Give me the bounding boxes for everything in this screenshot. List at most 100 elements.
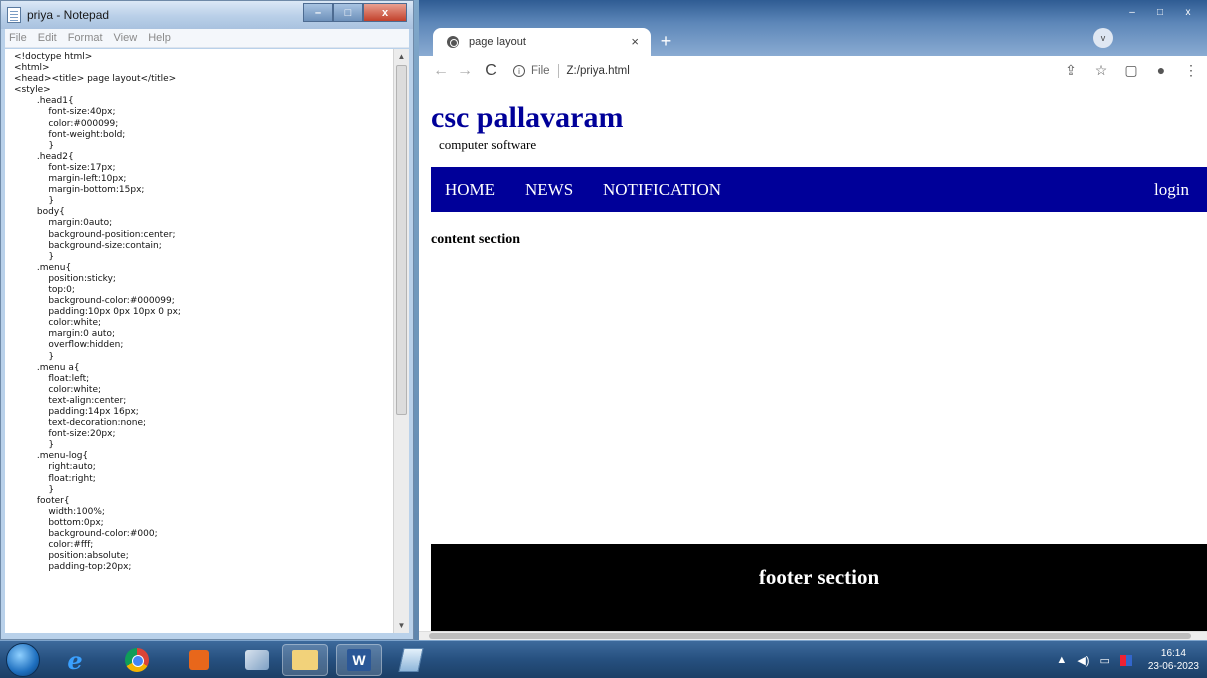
code-line: font-size:20px; (14, 429, 116, 440)
browser-window: page layout × + v – □ x ← → C i File Z:/… (419, 0, 1207, 640)
code-line: margin-left:10px; (14, 174, 127, 185)
url-scheme-label: File (531, 65, 550, 77)
address-bar[interactable]: i File Z:/priya.html (513, 60, 630, 82)
menu-edit[interactable]: Edit (38, 32, 57, 44)
menu-link-login[interactable]: login (1154, 180, 1189, 200)
menu-link-notification[interactable]: NOTIFICATION (603, 180, 721, 200)
reload-icon[interactable]: C (479, 62, 503, 80)
chrome-icon[interactable] (114, 644, 160, 676)
code-line: padding-top:20px; (14, 562, 132, 573)
site-heading: csc pallavaram (431, 101, 624, 134)
action-center-flag-icon[interactable] (1119, 654, 1132, 666)
code-line: <head><title> page layout</title> (14, 74, 177, 85)
site-subheading: computer software (439, 137, 537, 152)
menu-link-news[interactable]: NEWS (525, 180, 573, 200)
content-section: content section (431, 232, 521, 247)
notepad-titlebar[interactable]: priya - Notepad – □ x (1, 1, 413, 29)
notepad-code: <!doctype html> <html> <head><title> page … (5, 49, 393, 573)
code-line: } (14, 140, 55, 151)
code-line: padding:10px 0px 10px 0 px; (14, 307, 181, 318)
code-line: float:right; (14, 473, 96, 484)
clock[interactable]: 16:14 23-06-2023 (1148, 647, 1199, 673)
scroll-thumb[interactable] (429, 633, 1191, 639)
tab-page-layout[interactable]: page layout × (433, 28, 651, 56)
code-line: body{ (14, 207, 65, 218)
network-icon[interactable]: ▭ (1099, 654, 1109, 667)
back-arrow-icon[interactable]: ← (429, 62, 453, 80)
new-tab-button[interactable]: + (655, 31, 677, 52)
browser-window-controls: – □ x (1119, 4, 1201, 20)
browser-toolbar: ← → C i File Z:/priya.html ⇪ ☆ ▢ ● ⋮ (419, 56, 1207, 86)
code-line: .head2{ (14, 151, 74, 162)
minimize-button[interactable]: – (303, 3, 333, 22)
notepad-window: priya - Notepad – □ x File Edit Format V… (0, 0, 414, 640)
code-line: footer{ (14, 495, 70, 506)
code-line: .head1{ (14, 96, 74, 107)
code-line: } (14, 440, 55, 451)
site-footer: footer section (431, 544, 1207, 631)
internet-explorer-icon[interactable]: e (52, 644, 98, 676)
start-button[interactable] (6, 643, 40, 677)
notepad-title: priya - Notepad (27, 8, 110, 22)
tab-close-icon[interactable]: × (631, 34, 639, 49)
code-line: text-decoration:none; (14, 418, 147, 429)
maximize-button[interactable]: □ (1147, 4, 1173, 20)
browser-tabstrip: page layout × + v – □ x (419, 0, 1207, 56)
file-explorer-icon[interactable] (282, 644, 328, 676)
code-line: font-size:17px; (14, 162, 116, 173)
forward-arrow-icon[interactable]: → (453, 62, 477, 80)
divider (557, 64, 559, 78)
bookmark-star-icon[interactable]: ☆ (1093, 62, 1109, 79)
paint-icon[interactable] (234, 644, 280, 676)
show-hidden-icons-icon[interactable]: ▲ (1056, 654, 1067, 666)
close-button[interactable]: x (1175, 4, 1201, 20)
url-text[interactable]: Z:/priya.html (567, 65, 630, 77)
minimize-button[interactable]: – (1119, 4, 1145, 20)
code-line: text-align:center; (14, 395, 127, 406)
info-icon[interactable]: i (513, 65, 525, 77)
menu-file[interactable]: File (9, 32, 27, 44)
scroll-up-arrow-icon[interactable]: ▲ (394, 49, 409, 64)
code-line: right:auto; (14, 462, 96, 473)
tab-search-icon[interactable]: v (1093, 28, 1113, 48)
code-line: background-position:center; (14, 229, 176, 240)
code-line: float:left; (14, 373, 90, 384)
menu-help[interactable]: Help (148, 32, 171, 44)
code-line: margin-bottom:15px; (14, 185, 145, 196)
site-menu-bar: HOME NEWS NOTIFICATION login (431, 167, 1207, 212)
notepad-text-area[interactable]: <!doctype html> <html> <head><title> page … (5, 49, 393, 633)
profile-icon[interactable]: ● (1153, 62, 1169, 79)
share-icon[interactable]: ⇪ (1063, 62, 1079, 79)
menu-format[interactable]: Format (68, 32, 103, 44)
horizontal-scrollbar[interactable] (419, 631, 1207, 640)
maximize-button[interactable]: □ (333, 3, 363, 22)
code-line: color:white; (14, 318, 102, 329)
code-line: color:#fff; (14, 540, 94, 551)
code-line: .menu a{ (14, 362, 80, 373)
notepad-window-controls: – □ x (303, 3, 407, 22)
scroll-down-arrow-icon[interactable]: ▼ (394, 618, 409, 633)
code-line: position:absolute; (14, 551, 129, 562)
tab-title: page layout (469, 36, 526, 48)
notepad-menubar: File Edit Format View Help (5, 29, 409, 48)
media-player-icon[interactable] (176, 644, 222, 676)
volume-icon[interactable]: ◀) (1077, 654, 1089, 667)
code-line: position:sticky; (14, 273, 116, 284)
menu-link-home[interactable]: HOME (445, 180, 495, 200)
notepad-icon[interactable] (388, 644, 434, 676)
menu-view[interactable]: View (114, 32, 138, 44)
scroll-thumb[interactable] (396, 65, 407, 415)
word-icon[interactable]: W (336, 644, 382, 676)
code-line: color:#000099; (14, 118, 119, 129)
more-menu-icon[interactable]: ⋮ (1183, 62, 1199, 79)
code-line: background-color:#000; (14, 529, 158, 540)
code-line: font-weight:bold; (14, 129, 126, 140)
footer-text: footer section (758, 565, 880, 589)
code-line: background-size:contain; (14, 240, 162, 251)
side-panel-icon[interactable]: ▢ (1123, 62, 1139, 79)
desktop: priya - Notepad – □ x File Edit Format V… (0, 0, 1207, 640)
notepad-vertical-scrollbar[interactable]: ▲ ▼ (393, 49, 409, 633)
code-line: color:white; (14, 384, 102, 395)
close-button[interactable]: x (363, 3, 407, 22)
code-line: <!doctype html> (14, 52, 93, 62)
